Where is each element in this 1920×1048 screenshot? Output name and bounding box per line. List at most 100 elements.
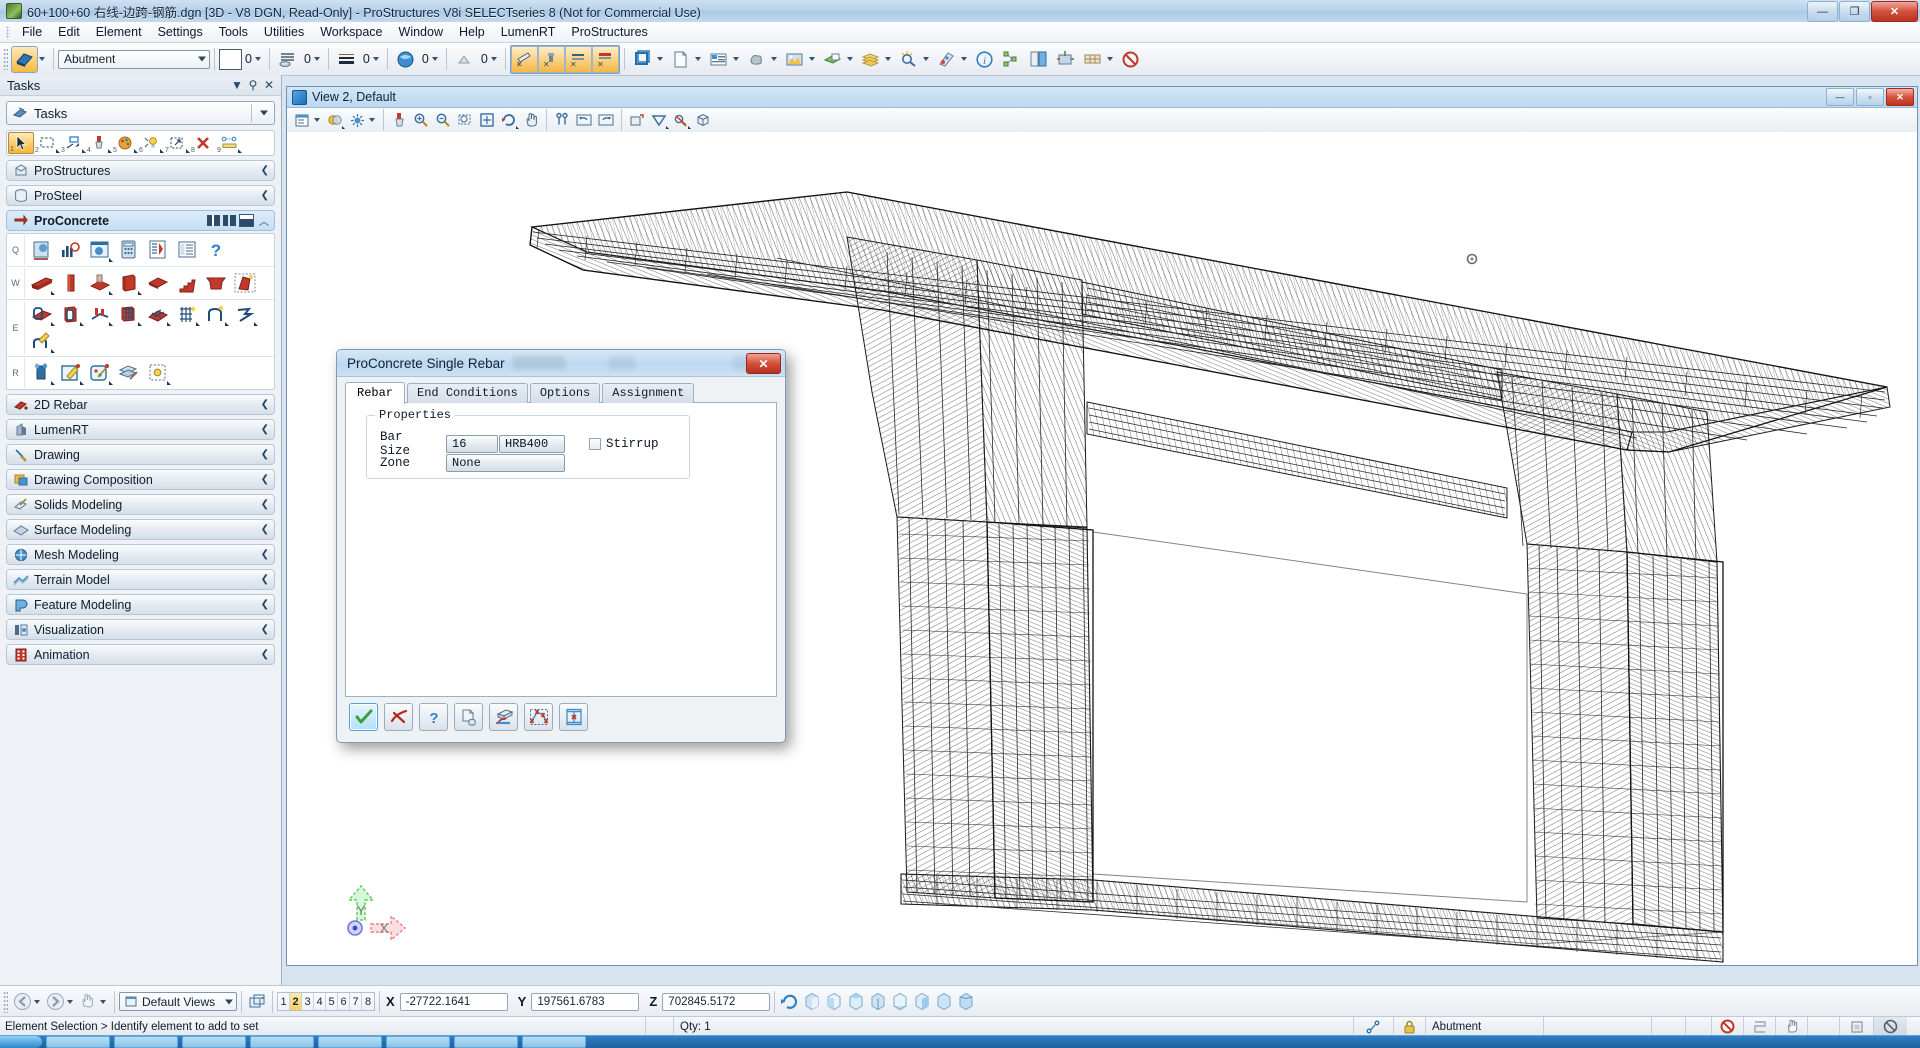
chevron-down-icon[interactable]: ❮ <box>261 474 269 485</box>
default-views-combo[interactable]: Default Views <box>119 992 237 1011</box>
level-chevron-down-icon[interactable] <box>198 56 206 62</box>
concrete-wall-icon[interactable] <box>114 270 143 297</box>
chevron-down-icon[interactable]: ❮ <box>261 549 269 560</box>
style-chevron-down-icon[interactable] <box>313 57 320 61</box>
flyout-arrow-icon[interactable] <box>80 380 84 385</box>
priority-icon[interactable] <box>451 46 478 73</box>
tables-chevron-down-icon[interactable] <box>1106 57 1113 61</box>
zoom-in-icon[interactable] <box>410 110 432 130</box>
x-coordinate-field[interactable]: -27722.1641 <box>399 992 508 1011</box>
view-number-6[interactable]: 6 <box>338 993 350 1010</box>
rebar-schedule-icon[interactable] <box>143 237 172 264</box>
sidebar-item-2d-rebar[interactable]: 2D Rebar ❮ <box>6 394 275 415</box>
taskbar-item[interactable] <box>522 1036 586 1048</box>
sidebar-item-animation[interactable]: Animation ❮ <box>6 644 275 665</box>
rotate-view-icon[interactable] <box>498 110 520 130</box>
flyout-arrow-icon[interactable] <box>51 322 55 326</box>
view-brightness-icon[interactable] <box>346 110 368 130</box>
active-task-chevron-down-icon[interactable] <box>260 110 268 116</box>
z-coordinate-field[interactable]: 702845.5172 <box>662 992 771 1011</box>
tool-measure[interactable]: 9 <box>216 132 242 154</box>
group-proconcrete[interactable]: ProConcrete ︿ <box>6 210 275 231</box>
tool-color-palette[interactable]: 5 <box>112 132 138 154</box>
menu-prostructures[interactable]: ProStructures <box>563 23 655 41</box>
view-attributes-icon[interactable] <box>291 110 313 130</box>
flyout-arrow-icon[interactable] <box>196 322 200 326</box>
view-mode-list-icon[interactable] <box>223 215 236 226</box>
place-by-points-button[interactable] <box>524 703 553 731</box>
view-iso-6-button[interactable] <box>911 991 933 1013</box>
view-iso-4-button[interactable] <box>867 991 889 1013</box>
concrete-slab-icon[interactable] <box>143 270 172 297</box>
menu-edit[interactable]: Edit <box>50 23 88 41</box>
view-number-8[interactable]: 8 <box>362 993 374 1010</box>
forward-chevron-down-icon[interactable] <box>67 999 73 1004</box>
start-button[interactable] <box>0 1036 42 1048</box>
saved-views-icon[interactable] <box>819 46 846 73</box>
help-button[interactable]: ? <box>419 703 448 731</box>
view-display-style-icon[interactable] <box>324 110 346 130</box>
transparency-chevron-down-icon[interactable] <box>431 57 438 61</box>
place-on-solid-button[interactable] <box>489 703 518 731</box>
models-icon[interactable] <box>629 46 656 73</box>
flyout-arrow-icon[interactable] <box>688 126 691 129</box>
bar-grade-combo[interactable]: HRB400 <box>499 435 565 453</box>
levels-stack-icon[interactable] <box>857 46 884 73</box>
flyout-arrow-icon[interactable] <box>109 322 113 326</box>
flyout-arrow-icon[interactable] <box>109 257 113 262</box>
walk-view-icon[interactable] <box>551 110 573 130</box>
chevron-down-icon[interactable]: ❮ <box>261 599 269 610</box>
sidebar-item-solids-modeling[interactable]: Solids Modeling ❮ <box>6 494 275 515</box>
chevron-down-icon[interactable]: ❮ <box>261 424 269 435</box>
compare-panels-icon[interactable] <box>1025 46 1052 73</box>
rebar-roll-icon[interactable] <box>27 360 56 387</box>
rotate-view-bar-button[interactable] <box>779 991 801 1013</box>
calculator-icon[interactable] <box>114 237 143 264</box>
flyout-arrow-icon[interactable] <box>167 322 171 326</box>
stirrup-checkbox-wrap[interactable]: Stirrup <box>589 437 659 451</box>
view-number-1[interactable]: 1 <box>278 993 290 1010</box>
group-prosteel[interactable]: ProSteel ❮ <box>6 185 275 206</box>
group-prostructures[interactable]: ProStructures ❮ <box>6 160 275 181</box>
tree-structure-icon[interactable] <box>998 46 1025 73</box>
rebar-hook-icon[interactable] <box>85 301 114 328</box>
models-chevron-down-icon[interactable] <box>656 57 663 61</box>
taskbar-item[interactable] <box>386 1036 450 1048</box>
view-next-icon[interactable] <box>595 110 617 130</box>
rebar-placeholder-icon[interactable] <box>143 360 172 387</box>
active-task-combo[interactable]: Tasks <box>6 101 275 125</box>
help-icon[interactable]: ? <box>201 237 230 264</box>
taskbar-item[interactable] <box>182 1036 246 1048</box>
flyout-arrow-icon[interactable] <box>254 322 258 326</box>
flyout-arrow-icon[interactable] <box>167 380 171 385</box>
view-number-7[interactable]: 7 <box>350 993 362 1010</box>
chevron-down-icon[interactable]: ❮ <box>261 624 269 635</box>
sidebar-item-lumenrt[interactable]: LumenRT ❮ <box>6 419 275 440</box>
tool-fence[interactable]: 2 <box>34 132 60 154</box>
view-mode-grid-icon[interactable] <box>207 215 220 226</box>
pin-icon[interactable]: ⚲ <box>245 77 261 93</box>
tab-options[interactable]: Options <box>529 383 601 403</box>
view-iso-3-button[interactable] <box>845 991 867 1013</box>
references-icon[interactable] <box>667 46 694 73</box>
flyout-arrow-icon[interactable] <box>51 380 55 385</box>
tool-change-attributes[interactable]: 4 <box>86 132 112 154</box>
sidebar-item-feature-modeling[interactable]: Feature Modeling ❮ <box>6 594 275 615</box>
concrete-stairs-icon[interactable] <box>172 270 201 297</box>
window-area-icon[interactable] <box>454 110 476 130</box>
clip-mask-icon[interactable] <box>670 110 692 130</box>
restore-button[interactable]: ❐ <box>1839 1 1870 22</box>
annotate-edit-icon[interactable] <box>56 360 85 387</box>
analyze-icon[interactable] <box>895 46 922 73</box>
color-chevron-down-icon[interactable] <box>254 57 261 61</box>
view-number-4[interactable]: 4 <box>314 993 326 1010</box>
fence-status-icon[interactable] <box>1743 1017 1775 1036</box>
view-rotate-cube-icon[interactable] <box>692 110 714 130</box>
concrete-column-icon[interactable] <box>56 270 85 297</box>
chevron-down-icon[interactable]: ▼ <box>229 77 245 93</box>
menu-help[interactable]: Help <box>451 23 493 41</box>
cancel-button[interactable] <box>384 703 413 731</box>
concrete-custom-shape-icon[interactable] <box>230 270 259 297</box>
view-iso-8-button[interactable] <box>955 991 977 1013</box>
element-info-icon[interactable] <box>743 46 770 73</box>
